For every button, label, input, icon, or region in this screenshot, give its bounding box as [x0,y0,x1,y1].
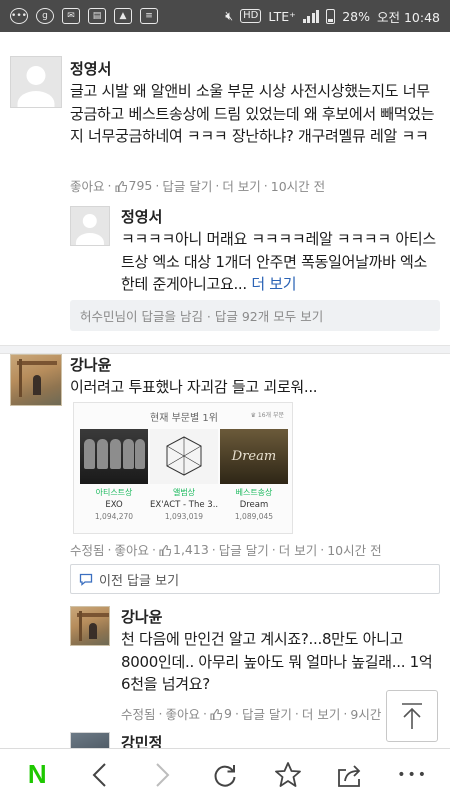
timestamp: 9시간 [350,707,382,722]
award-votes: 1,093,019 [164,512,204,521]
reply-button[interactable]: 답글 달기 [162,176,212,195]
like-button[interactable]: 좋아요 [115,540,150,559]
award-subtitle: ♛ 16개 부문 [250,412,284,419]
mute-icon: 🔇︎ [225,8,234,23]
timestamp: 10시간 전 [327,543,382,558]
award-votes: 1,094,270 [94,512,134,521]
album-cover [150,429,218,484]
edited-label: 수정됨 [121,707,156,722]
comment-bubble-icon [79,573,93,586]
award-votes: 1,089,045 [234,512,274,521]
like-count: 795 [128,178,153,193]
avatar[interactable] [10,56,62,108]
comment-meta: 좋아요 · 795 · 답글 달기 · 더 보기 · 10시간 전 [70,176,326,195]
status-bar: ••• g ✉ ▤ ▲ ≡ 🔇︎ HD LTE⁺ 28% 오전 10:48 [0,0,450,32]
comment-author[interactable]: 정영서 [70,58,111,79]
award-winner: EXO [105,500,123,510]
exo-photo [80,429,148,484]
previous-replies-label: 이전 답글 보기 [99,573,180,589]
star-icon [274,762,301,787]
bookmark-button[interactable] [264,753,312,797]
arrow-up-icon [402,703,422,729]
more-button[interactable]: 더 보기 [302,704,340,723]
refresh-icon [214,764,236,787]
back-button[interactable] [76,753,124,797]
g-icon: g [36,8,54,24]
thumbs-up-icon [210,709,222,720]
read-more-link[interactable]: 더 보기 [251,275,296,293]
hd-icon: HD [240,9,262,23]
reply-text: 천 다음에 만인건 알고 계시죠?...8만도 아니고 8000인데.. 아무리… [121,630,433,693]
naver-home-button[interactable]: N [13,753,61,797]
network-label: LTE⁺ [268,8,296,24]
reply-author[interactable]: 정영서 [121,206,162,227]
reply-button[interactable]: 답글 달기 [219,540,269,559]
comment-author[interactable]: 강나윤 [70,354,111,375]
like-button[interactable]: 좋아요 [70,176,105,195]
edited-label: 수정됨 [70,543,105,558]
award-card: 아티스트상 EXO 1,094,270 [80,429,148,531]
like-button[interactable]: 좋아요 [166,704,201,723]
avatar[interactable] [10,354,62,406]
hexagon-logo-icon [166,436,202,476]
replies-summary[interactable]: 허수민님이 답글을 남김 · 답글 92개 모두 보기 [70,300,440,331]
award-category: 앨범상 [172,488,196,497]
award-winner: EX'ACT - The 3... [150,500,218,510]
more-button[interactable]: 더 보기 [279,540,317,559]
thumbs-up-icon [114,181,127,192]
divider [0,345,450,354]
like-count: 1,413 [173,542,209,557]
share-button[interactable] [326,753,374,797]
more-button[interactable]: 더 보기 [222,176,260,195]
news-icon: ▤ [88,8,106,24]
reply-author[interactable]: 강나윤 [121,606,162,627]
reply-author[interactable]: 강민정 [121,732,162,748]
award-category: 아티스트상 [95,488,133,497]
timestamp: 10시간 전 [270,179,326,194]
refresh-button[interactable] [201,753,249,797]
signal-icon [302,9,320,23]
comment-text: 글고 시발 왜 알앤비 소울 부문 시상 사전시상했는지도 너무 궁금하고 베스… [70,82,435,145]
avatar[interactable] [70,206,110,246]
award-category: 베스트송상 [235,488,273,497]
avatar[interactable] [70,732,110,748]
like-count: 9 [224,706,232,721]
more-menu-button[interactable]: ••• [389,753,437,797]
gallery-icon: ▲ [114,8,132,24]
more-icon: ••• [397,766,429,783]
comment-meta: 수정됨 · 좋아요 · 1,413 · 답글 달기 · 더 보기 · 10시간 … [70,540,382,559]
naver-logo-icon: N [27,759,47,789]
previous-replies-button[interactable]: 이전 답글 보기 [70,564,440,594]
back-icon [92,762,106,787]
dream-photo: Dream [220,429,288,484]
award-card: 앨범상 EX'ACT - The 3... 1,093,019 [150,429,218,531]
award-card: Dream 베스트송상 Dream 1,089,045 [220,429,288,531]
clock: 오전 10:48 [377,9,440,25]
clipboard-icon: ≡ [140,8,158,24]
message-icon: ••• [10,8,28,24]
award-winner: Dream [239,500,269,510]
thumbs-up-icon [159,545,171,556]
avatar[interactable] [70,606,110,646]
reply-meta: 수정됨 · 좋아요 · 9 · 답글 달기 · 더 보기 · 9시간 [121,704,382,723]
forward-button[interactable] [138,753,186,797]
battery-icon [326,8,336,24]
forward-icon [156,762,170,787]
reply-text: ㅋㅋㅋㅋ아니 머래요 ㅋㅋㅋㅋ레알 ㅋㅋㅋㅋ 아티스트상 엑소 대상 1개더 안… [121,228,439,296]
reply-button[interactable]: 답글 달기 [242,704,292,723]
comment-list[interactable]: 정영서 글고 시발 왜 알앤비 소울 부문 시상 사전시상했는지도 너무 궁금하… [0,32,450,748]
share-icon [338,764,361,787]
scroll-to-top-button[interactable] [386,690,438,742]
bottom-navigation: N ••• [0,748,450,800]
mail-icon: ✉ [62,8,80,24]
comment-image[interactable]: 현재 부문별 1위 ♛ 16개 부문 아티스트상 EXO 1,094,270 앨… [73,402,293,534]
comment-text: 이러려고 투표했나 자괴감 들고 괴로워... [70,378,318,396]
battery-percent: 28% [342,8,370,24]
